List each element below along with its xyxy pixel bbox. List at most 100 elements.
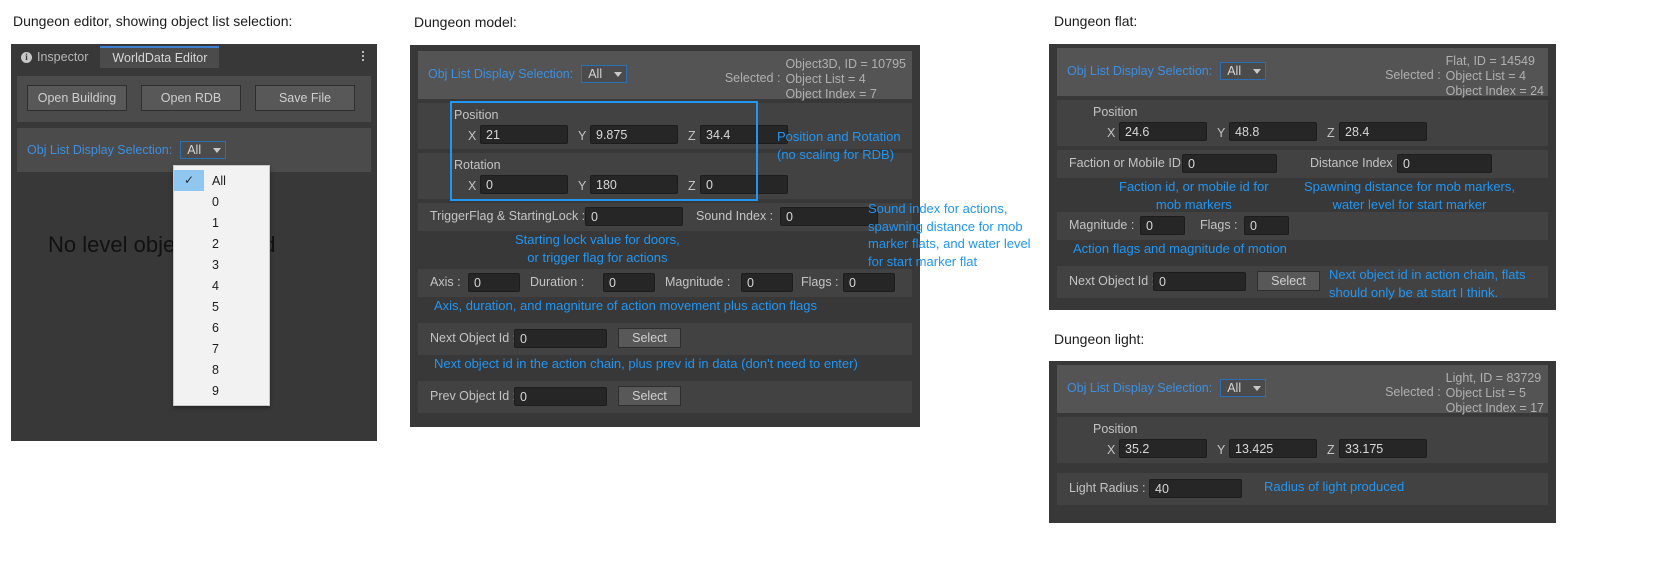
open-rdb-button[interactable]: Open RDB bbox=[141, 85, 241, 111]
flat-magnitude-note: Action flags and magnitude of motion bbox=[1073, 241, 1287, 256]
dropdown-option-7[interactable]: 7 bbox=[174, 338, 269, 359]
model-next-note: Next object id in the action chain, plus… bbox=[434, 356, 858, 371]
model-magnitude-label: Magnitude : bbox=[665, 275, 731, 289]
flat-selected-line-1: Flat, ID = 14549 bbox=[1445, 54, 1535, 68]
dropdown-option-label: 3 bbox=[212, 257, 219, 272]
model-magnitude-input[interactable]: 0 bbox=[741, 273, 793, 292]
model-next-select-button[interactable]: Select bbox=[618, 328, 681, 348]
dropdown-option-1[interactable]: 1 bbox=[174, 212, 269, 233]
light-position-z-input[interactable]: 33.175 bbox=[1339, 439, 1427, 458]
model-obj-list-dropdown-value: All bbox=[588, 67, 603, 81]
open-building-button[interactable]: Open Building bbox=[27, 85, 127, 111]
flat-flags-input[interactable]: 0 bbox=[1244, 216, 1289, 235]
obj-list-dropdown-popup[interactable]: ✓ All 0 1 2 3 4 5 6 7 8 9 bbox=[173, 165, 270, 406]
light-selected-line-1: Light, ID = 83729 bbox=[1445, 371, 1542, 385]
chevron-down-icon bbox=[1253, 68, 1262, 74]
flat-faction-label: Faction or Mobile ID : bbox=[1069, 156, 1188, 170]
dropdown-option-6[interactable]: 6 bbox=[174, 317, 269, 338]
obj-list-dropdown-value: All bbox=[187, 143, 202, 157]
flat-next-select-button[interactable]: Select bbox=[1257, 271, 1320, 291]
flat-position-z-label: Z bbox=[1327, 126, 1335, 140]
file-actions-group: Open Building Open RDB Save File bbox=[17, 76, 371, 122]
tab-worlddata-editor[interactable]: WorldData Editor bbox=[100, 46, 220, 68]
light-selected-line-3: Object Index = 17 bbox=[1445, 401, 1544, 415]
dungeon-model-panel: Obj List Display Selection: All Selected… bbox=[410, 45, 920, 427]
model-position-x-input[interactable]: 21 bbox=[480, 125, 568, 144]
flat-selected-line-2: Object List = 4 bbox=[1445, 69, 1526, 83]
model-position-x-label: X bbox=[468, 129, 477, 143]
dropdown-option-4[interactable]: 4 bbox=[174, 275, 269, 296]
light-radius-note: Radius of light produced bbox=[1264, 479, 1405, 494]
model-axis-input[interactable]: 0 bbox=[468, 273, 520, 292]
model-rotation-x-input[interactable]: 0 bbox=[480, 175, 568, 194]
model-prev-select-button[interactable]: Select bbox=[618, 386, 681, 406]
light-selected-line-2: Object List = 5 bbox=[1445, 386, 1526, 400]
flat-position-label: Position bbox=[1093, 105, 1138, 119]
flat-position-x-input[interactable]: 24.6 bbox=[1119, 122, 1207, 141]
flat-faction-input[interactable]: 0 bbox=[1182, 154, 1277, 173]
flat-next-object-band: Next Object Id : 0 Select Next object id… bbox=[1057, 266, 1548, 300]
flat-obj-list-label: Obj List Display Selection: bbox=[1067, 64, 1213, 78]
obj-list-label: Obj List Display Selection: bbox=[27, 143, 173, 157]
model-rotation-y-label: Y bbox=[578, 179, 587, 193]
light-radius-input[interactable]: 40 bbox=[1149, 479, 1242, 498]
light-position-y-input[interactable]: 13.425 bbox=[1229, 439, 1317, 458]
caption-dungeon-flat: Dungeon flat: bbox=[1054, 13, 1138, 29]
light-position-label: Position bbox=[1093, 422, 1138, 436]
panel-tabbar: i Inspector WorldData Editor bbox=[11, 44, 377, 68]
dropdown-option-2[interactable]: 2 bbox=[174, 233, 269, 254]
tab-inspector-label: Inspector bbox=[37, 50, 89, 64]
dropdown-option-9[interactable]: 9 bbox=[174, 380, 269, 401]
model-prev-input[interactable]: 0 bbox=[514, 387, 607, 406]
flat-distance-input[interactable]: 0 bbox=[1397, 154, 1492, 173]
dropdown-option-label: 7 bbox=[212, 341, 219, 356]
dropdown-option-3[interactable]: 3 bbox=[174, 254, 269, 275]
model-duration-input[interactable]: 0 bbox=[603, 273, 655, 292]
kebab-menu-icon[interactable] bbox=[357, 48, 369, 64]
tab-inspector[interactable]: i Inspector bbox=[11, 46, 101, 68]
flat-position-z-input[interactable]: 28.4 bbox=[1339, 122, 1427, 141]
model-prev-label: Prev Object Id : bbox=[430, 389, 517, 403]
flat-obj-list-dropdown[interactable]: All bbox=[1220, 62, 1267, 80]
dropdown-option-0[interactable]: 0 bbox=[174, 191, 269, 212]
light-obj-list-dropdown[interactable]: All bbox=[1220, 379, 1267, 397]
flat-position-band: Position X 24.6 Y 48.8 Z 28.4 bbox=[1057, 100, 1548, 146]
light-radius-label: Light Radius : bbox=[1069, 481, 1146, 495]
flat-position-y-input[interactable]: 48.8 bbox=[1229, 122, 1317, 141]
model-rotation-label: Rotation bbox=[454, 158, 501, 172]
obj-list-dropdown[interactable]: All bbox=[180, 141, 227, 159]
model-position-y-label: Y bbox=[578, 129, 587, 143]
model-obj-list-label: Obj List Display Selection: bbox=[428, 67, 574, 81]
model-position-z-label: Z bbox=[688, 129, 696, 143]
dropdown-option-label: 1 bbox=[212, 215, 219, 230]
model-trigger-input[interactable]: 0 bbox=[585, 207, 683, 226]
model-rotation-z-input[interactable]: 0 bbox=[700, 175, 788, 194]
light-position-x-input[interactable]: 35.2 bbox=[1119, 439, 1207, 458]
dropdown-option-8[interactable]: 8 bbox=[174, 359, 269, 380]
model-trigger-band: TriggerFlag & StartingLock : 0 Sound Ind… bbox=[418, 203, 912, 231]
chevron-down-icon bbox=[614, 71, 623, 77]
model-rotation-y-input[interactable]: 180 bbox=[590, 175, 678, 194]
model-next-label: Next Object Id : bbox=[430, 331, 517, 345]
flat-distance-label: Distance Index : bbox=[1310, 156, 1400, 170]
model-trigger-note: Starting lock value for doors, or trigge… bbox=[515, 232, 680, 265]
model-axis-band: Axis : 0 Duration : 0 Magnitude : 0 Flag… bbox=[418, 269, 912, 297]
dropdown-option-label: 8 bbox=[212, 362, 219, 377]
save-file-button[interactable]: Save File bbox=[255, 85, 355, 111]
model-obj-list-dropdown[interactable]: All bbox=[581, 65, 628, 83]
flat-position-x-label: X bbox=[1107, 126, 1116, 140]
model-position-z-input[interactable]: 34.4 bbox=[700, 125, 788, 144]
model-pos-rot-note: Position and Rotation (no scaling for RD… bbox=[777, 129, 901, 162]
flat-next-input[interactable]: 0 bbox=[1153, 272, 1246, 291]
model-next-input[interactable]: 0 bbox=[514, 329, 607, 348]
model-sound-input[interactable]: 0 bbox=[780, 207, 878, 226]
dropdown-option-label: 9 bbox=[212, 383, 219, 398]
model-position-y-input[interactable]: 9.875 bbox=[590, 125, 678, 144]
model-flags-input[interactable]: 0 bbox=[843, 273, 895, 292]
model-duration-label: Duration : bbox=[530, 275, 585, 289]
flat-magnitude-input[interactable]: 0 bbox=[1140, 216, 1185, 235]
dropdown-option-all[interactable]: ✓ All bbox=[174, 170, 269, 191]
dropdown-option-5[interactable]: 5 bbox=[174, 296, 269, 317]
light-position-band: Position X 35.2 Y 13.425 Z 33.175 bbox=[1057, 417, 1548, 463]
model-rotation-x-label: X bbox=[468, 179, 477, 193]
